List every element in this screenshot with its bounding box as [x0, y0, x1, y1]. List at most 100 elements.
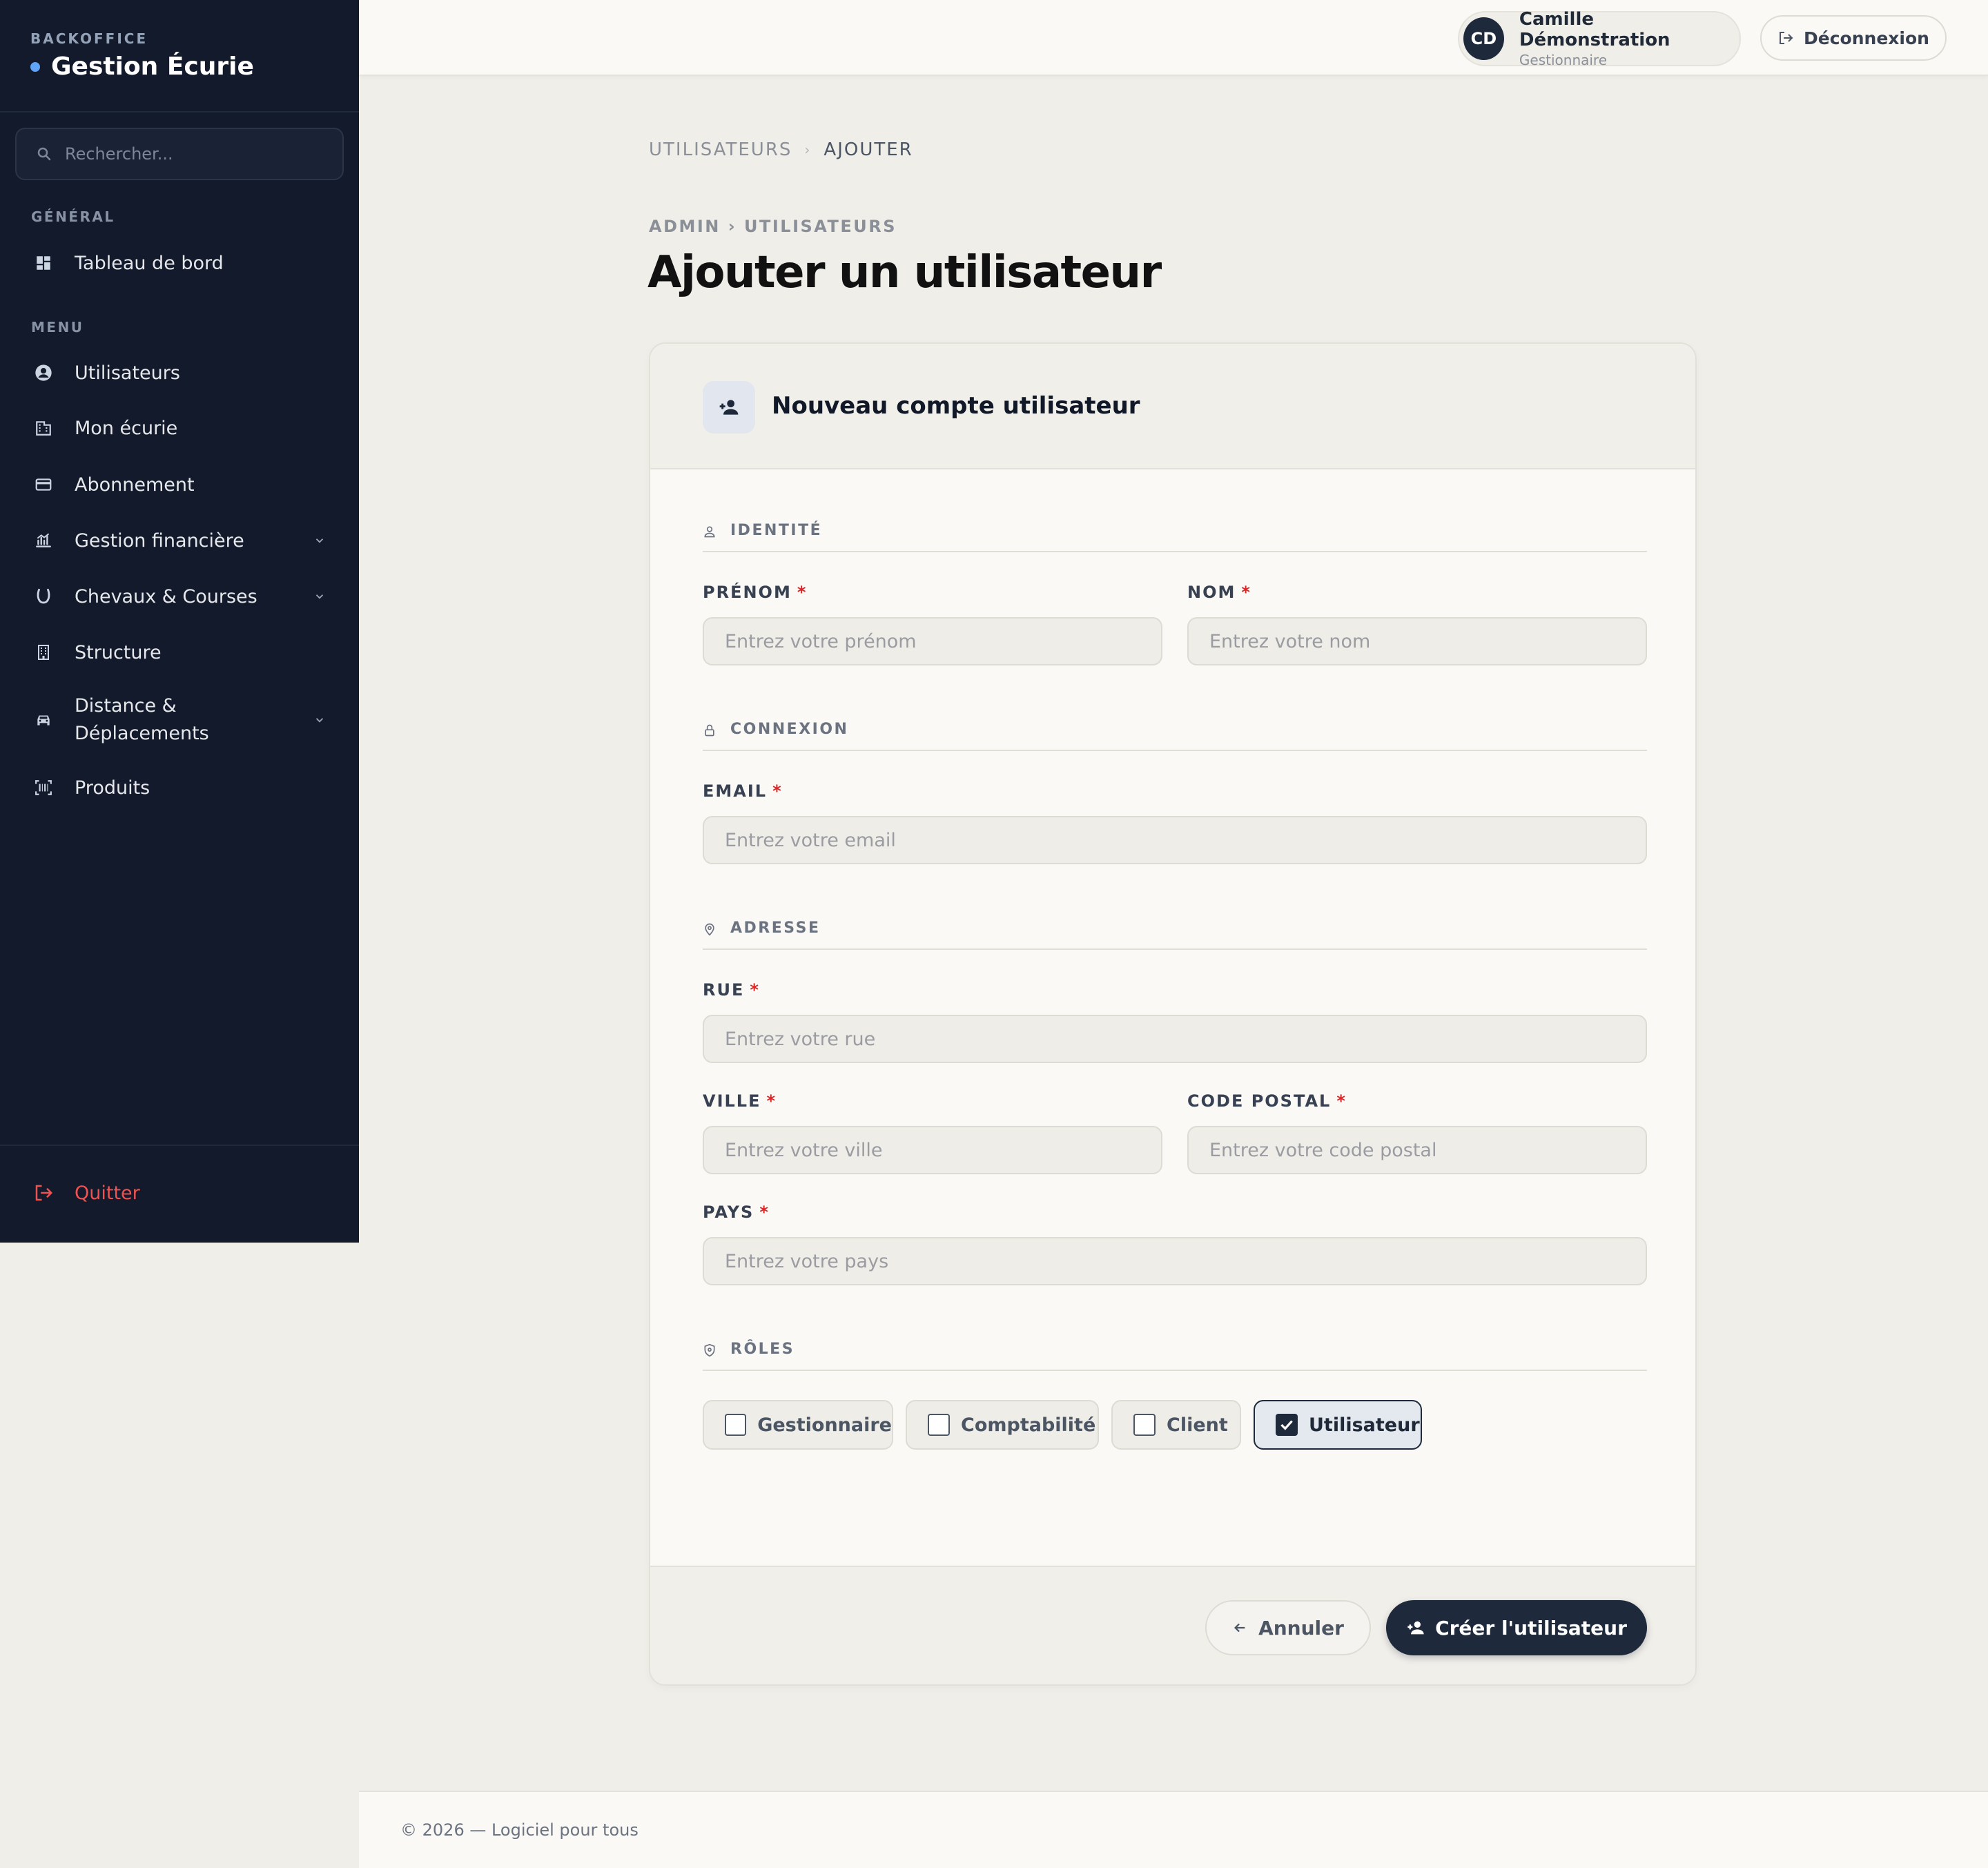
cancel-button[interactable]: Annuler [1205, 1600, 1371, 1655]
dashboard-icon [33, 253, 54, 273]
search-input[interactable] [65, 144, 327, 164]
sidebar-item-label: Chevaux & Courses [75, 585, 257, 607]
role-manager-checkbox[interactable]: Gestionnaire [703, 1400, 893, 1450]
apartment-icon [33, 642, 54, 663]
brand-title-text: Gestion Écurie [51, 52, 254, 81]
checkbox-unchecked-icon[interactable] [725, 1414, 747, 1436]
required-mark: * [750, 980, 760, 1000]
sidebar-item-label-line1: Distance & [75, 695, 177, 717]
search-icon [37, 147, 51, 161]
barcode-icon [33, 777, 54, 798]
topbar: CD Camille Démonstration Gestionnaire Dé… [359, 0, 1988, 76]
card-title: Nouveau compte utilisateur [772, 392, 1140, 420]
user-info: Camille Démonstration Gestionnaire [1519, 9, 1740, 68]
required-mark: * [772, 781, 783, 801]
shield-icon [704, 1343, 715, 1357]
role-label: Client [1167, 1414, 1228, 1436]
lock-icon [705, 724, 714, 737]
lastname-input[interactable] [1187, 617, 1647, 665]
checkbox-checked-icon[interactable] [1276, 1414, 1298, 1436]
postal-code-input[interactable] [1187, 1126, 1647, 1174]
firstname-input[interactable] [703, 617, 1162, 665]
required-mark: * [759, 1203, 770, 1222]
sidebar-item-users[interactable]: Utilisateurs [15, 349, 344, 397]
sidebar-item-structure[interactable]: Structure [15, 628, 344, 677]
credit-card-icon [33, 474, 54, 495]
user-circle-icon [33, 362, 54, 383]
sidebar-item-my-stable[interactable]: Mon écurie [15, 404, 344, 452]
sidebar-item-label: Abonnement [75, 474, 195, 496]
lastname-label-text: NOM [1187, 583, 1236, 602]
city-label-text: VILLE [703, 1091, 761, 1111]
logout-button[interactable]: Déconnexion [1760, 15, 1947, 61]
country-input[interactable] [703, 1237, 1647, 1285]
email-label-text: EMAIL [703, 781, 768, 801]
add-user-icon [1407, 1621, 1424, 1635]
section-label-menu: MENU [31, 319, 84, 335]
breadcrumb-current: AJOUTER [824, 139, 913, 160]
sidebar-item-products[interactable]: Produits [15, 763, 344, 812]
street-input[interactable] [703, 1015, 1647, 1063]
section-address: ADRESSE [703, 920, 1647, 950]
sidebar-item-label: Mon écurie [75, 417, 178, 439]
role-user-checkbox[interactable]: Utilisateur [1254, 1400, 1422, 1450]
section-identity-label: IDENTITÉ [730, 522, 823, 539]
role-accounting-checkbox[interactable]: Comptabilité [906, 1400, 1099, 1450]
sidebar-item-distance[interactable]: Distance & Déplacements [15, 685, 344, 755]
car-icon [33, 710, 54, 730]
street-label: RUE * [703, 980, 760, 1000]
user-menu[interactable]: CD Camille Démonstration Gestionnaire [1458, 9, 1741, 68]
brand-kicker: BACKOFFICE [30, 30, 148, 47]
section-address-label: ADRESSE [730, 920, 821, 937]
checkbox-unchecked-icon[interactable] [928, 1414, 950, 1436]
sidebar-item-finance[interactable]: Gestion financière [15, 516, 344, 565]
sidebar-item-label: Distance & Déplacements [75, 692, 209, 748]
user-role: Gestionnaire [1519, 52, 1608, 68]
role-client-checkbox[interactable]: Client [1111, 1400, 1241, 1450]
quit-label: Quitter [75, 1182, 140, 1204]
section-roles-label: RÔLES [730, 1341, 795, 1358]
chevron-down-icon[interactable] [313, 534, 326, 547]
section-label-general: GÉNÉRAL [31, 208, 115, 225]
user-form-card: Nouveau compte utilisateur IDENTITÉ PRÉN… [649, 342, 1697, 1686]
country-label: PAYS * [703, 1203, 770, 1222]
quit-button[interactable]: Quitter [15, 1169, 140, 1217]
building-icon [33, 418, 54, 438]
email-input[interactable] [703, 816, 1647, 864]
create-user-button[interactable]: Créer l'utilisateur [1386, 1600, 1647, 1655]
chevron-down-icon[interactable] [313, 590, 326, 603]
checkbox-unchecked-icon[interactable] [1133, 1414, 1156, 1436]
breadcrumb: UTILISATEURS › AJOUTER [649, 139, 913, 160]
horseshoe-icon [33, 586, 54, 607]
email-label: EMAIL * [703, 781, 783, 801]
chevron-down-icon[interactable] [313, 714, 326, 726]
create-user-label: Créer l'utilisateur [1435, 1616, 1627, 1640]
required-mark: * [1241, 583, 1251, 602]
sidebar-item-dashboard[interactable]: Tableau de bord [15, 239, 344, 287]
street-label-text: RUE [703, 980, 745, 1000]
sidebar-item-subscription[interactable]: Abonnement [15, 460, 344, 509]
logout-icon [1780, 32, 1793, 44]
breadcrumb-parent[interactable]: UTILISATEURS [649, 139, 792, 160]
user-name: Camille Démonstration [1519, 9, 1670, 50]
sidebar-item-horses[interactable]: Chevaux & Courses [15, 572, 344, 621]
lastname-label: NOM * [1187, 583, 1251, 602]
section-connection-label: CONNEXION [730, 721, 849, 738]
sidebar: BACKOFFICE Gestion Écurie GÉNÉRAL Tablea… [0, 0, 359, 1243]
required-mark: * [766, 1091, 777, 1111]
card-header: Nouveau compte utilisateur [650, 344, 1695, 469]
sidebar-item-label: Gestion financière [75, 529, 244, 552]
sidebar-search[interactable] [15, 128, 344, 180]
postal-code-label-text: CODE POSTAL [1187, 1091, 1332, 1111]
add-user-icon [703, 381, 755, 434]
brand-dot-icon [30, 61, 40, 72]
section-connection: CONNEXION [703, 721, 1647, 751]
firstname-label: PRÉNOM * [703, 583, 807, 602]
brand-title[interactable]: Gestion Écurie [30, 52, 329, 81]
card-footer: Annuler Créer l'utilisateur [650, 1566, 1695, 1684]
role-label: Gestionnaire [757, 1414, 892, 1436]
firstname-label-text: PRÉNOM [703, 583, 792, 602]
sidebar-item-label: Structure [75, 641, 162, 663]
city-input[interactable] [703, 1126, 1162, 1174]
brand: BACKOFFICE Gestion Écurie [0, 0, 359, 113]
